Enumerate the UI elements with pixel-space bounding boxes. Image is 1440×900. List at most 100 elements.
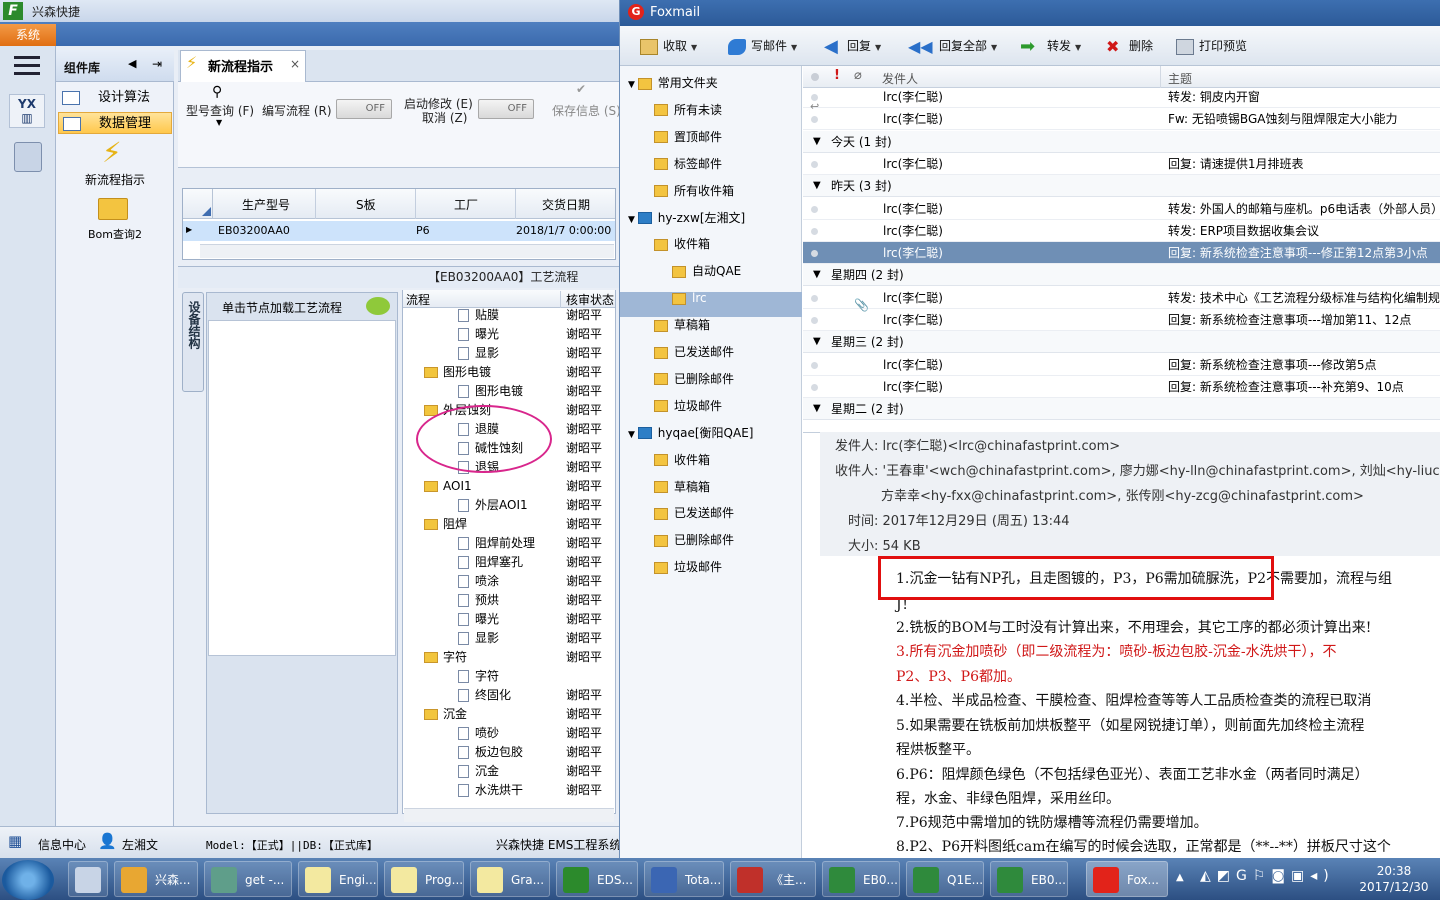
taskbar-app-button[interactable]: EB0... — [990, 861, 1068, 897]
hamburger-menu-icon[interactable] — [14, 56, 40, 76]
folder-item[interactable]: 所有未读 — [654, 97, 722, 123]
mail-row[interactable]: lrc(李仁聪) 回复: 新系统检查注意事项---增加第11、12点 — [803, 309, 1440, 331]
folder-item[interactable]: 已删除邮件 — [654, 366, 734, 392]
mail-row[interactable]: lrc(李仁聪) 转发: ERP项目数据收集会议 — [803, 220, 1440, 242]
tree-folder-node[interactable]: 字符 — [424, 648, 467, 667]
taskbar-app-button[interactable]: Prog... — [384, 861, 464, 897]
delete-button[interactable]: ✖ 删除 — [1106, 36, 1153, 56]
read-status-icon[interactable] — [811, 73, 819, 81]
grid-col-date[interactable]: 交货日期 — [542, 196, 590, 213]
tree-leaf-node[interactable]: 曝光 — [458, 610, 499, 629]
bom-query-label[interactable]: Bom查询2 — [72, 226, 158, 242]
tree-folder-node[interactable]: 沉金 — [424, 705, 467, 724]
mail-group-header[interactable]: ▼ 星期三 (2 封) — [803, 331, 1440, 354]
mail-group-header[interactable]: ▼ 昨天 (3 封) — [803, 175, 1440, 198]
clock[interactable]: 20:38 2017/12/30 — [1354, 863, 1434, 895]
model-query-button[interactable]: 型号查询 (F) — [186, 102, 254, 119]
mail-row[interactable]: lrc(李仁聪) 转发: 铜皮内开窗 — [803, 86, 1440, 108]
tree-horizontal-scrollbar[interactable] — [404, 808, 614, 822]
taskbar-app-button[interactable]: get -... — [204, 861, 292, 897]
yx-module-icon[interactable]: YX ▥ — [9, 94, 45, 128]
tree-folder-node[interactable]: 阻焊 — [424, 515, 467, 534]
unread-dot-icon[interactable] — [811, 205, 818, 213]
expand-triangle-icon[interactable]: ▼ — [628, 430, 638, 440]
taskbar-app-button[interactable]: Fox... — [1086, 861, 1168, 897]
taskbar-app-button[interactable]: Gra... — [470, 861, 550, 897]
tree-leaf-node[interactable]: 喷涂 — [458, 572, 499, 591]
taskbar-app-button[interactable]: 《主... — [730, 861, 816, 897]
priority-flag-icon[interactable]: ! — [834, 68, 840, 83]
unread-dot-icon[interactable] — [811, 250, 818, 258]
taskbar-app-button[interactable]: EB0... — [822, 861, 900, 897]
expand-triangle-icon[interactable]: ▼ — [813, 175, 821, 197]
taskbar-app-button[interactable]: Q1E... — [906, 861, 984, 897]
menu-system[interactable]: 系统 — [0, 24, 56, 46]
folder-item[interactable]: lrc — [672, 285, 707, 311]
tree-leaf-node[interactable]: 板边包胶 — [458, 743, 523, 762]
info-center-label[interactable]: 信息中心 — [38, 836, 86, 853]
collapse-arrow-icon[interactable]: ◀ — [128, 57, 136, 70]
mail-row[interactable]: lrc(李仁聪) Fw: 无铅喷锡BGA蚀刻与阻焊限定大小能力 — [803, 108, 1440, 131]
tree-leaf-node[interactable]: 图形电镀 — [458, 382, 523, 401]
tray-icons[interactable]: ◭◩G⚐◙▣◂) — [1200, 868, 1350, 884]
tree-leaf-node[interactable]: 外层AOI1 — [458, 496, 528, 515]
compose-button[interactable]: 写邮件 ▼ — [728, 36, 797, 56]
tree-leaf-node[interactable]: 预烘 — [458, 591, 499, 610]
unread-dot-icon[interactable] — [811, 294, 818, 302]
mail-row[interactable]: lrc(李仁聪) 转发: 外国人的邮箱与座机。p6电话表（外部人员） — [803, 198, 1440, 220]
tree-leaf-node[interactable]: 水洗烘干 — [458, 781, 523, 800]
pin-icon[interactable]: ⇥ — [152, 57, 162, 71]
comp-item-data-management[interactable]: 数据管理 — [58, 112, 172, 134]
mail-row[interactable]: lrc(李仁聪) 转发: 技术中心《工艺流程分级标准与结构化编制规 — [803, 287, 1440, 309]
expand-triangle-icon[interactable]: ▼ — [628, 215, 638, 225]
taskbar-app-button[interactable]: Tota... — [644, 861, 724, 897]
chevron-down-icon[interactable]: ▼ — [216, 118, 222, 127]
unread-dot-icon[interactable] — [811, 160, 818, 168]
tray-expand-icon[interactable]: ▲ — [1176, 872, 1184, 883]
expand-triangle-icon[interactable]: ▼ — [813, 331, 821, 353]
write-flow-toggle[interactable]: OFF — [336, 99, 392, 119]
side-tab-equipment[interactable]: 设备结构 — [182, 292, 204, 392]
folder-group[interactable]: ▼ 常用文件夹 — [628, 70, 718, 96]
mail-row[interactable]: lrc(李仁聪) 回复: 请速提供1月排班表 — [803, 153, 1440, 175]
col-from[interactable]: 发件人 — [882, 70, 918, 87]
folder-icon[interactable] — [98, 198, 128, 220]
tree-leaf-node[interactable]: 喷砂 — [458, 724, 499, 743]
print-preview-button[interactable]: 打印预览 — [1176, 36, 1247, 56]
folder-item[interactable]: 已发送邮件 — [654, 339, 734, 365]
folder-item[interactable]: 所有收件箱 — [654, 178, 734, 204]
tree-leaf-node[interactable]: 字符 — [458, 667, 499, 686]
grid-col-model[interactable]: 生产型号 — [242, 196, 290, 213]
chevron-down-icon[interactable]: ▼ — [691, 43, 697, 52]
comp-item-design-algorithm[interactable]: 设计算法 — [58, 87, 172, 109]
tree-folder-node[interactable]: AOI1 — [424, 477, 472, 496]
unread-dot-icon[interactable] — [811, 383, 818, 391]
save-button[interactable]: 保存信息 (S) — [552, 102, 621, 119]
expand-triangle-icon[interactable]: ▼ — [813, 131, 821, 153]
paperclip-icon[interactable]: ⌀ — [854, 68, 862, 83]
unread-dot-icon[interactable] — [811, 361, 818, 369]
folder-item[interactable]: 垃圾邮件 — [654, 393, 722, 419]
tree-leaf-node[interactable]: 阻焊塞孔 — [458, 553, 523, 572]
folder-item[interactable]: 草稿箱 — [654, 474, 710, 500]
chevron-down-icon[interactable]: ▼ — [991, 43, 997, 52]
taskbar-app-button[interactable]: EDS... — [556, 861, 638, 897]
grid-apps-icon[interactable]: ▦ — [8, 832, 22, 850]
calculator-taskbar-button[interactable] — [68, 861, 108, 897]
reply-button[interactable]: ◀ 回复 ▼ — [824, 36, 881, 56]
tree-leaf-node[interactable]: 沉金 — [458, 762, 499, 781]
mail-row[interactable]: lrc(李仁聪) 回复: 新系统检查注意事项---补充第9、10点 — [803, 376, 1440, 398]
mail-row[interactable]: lrc(李仁聪) 回复: 新系统检查注意事项---修正第12点第3小点 — [803, 242, 1440, 265]
close-icon[interactable]: × — [290, 57, 300, 71]
expand-triangle-icon[interactable]: ▼ — [813, 264, 821, 286]
horizontal-scrollbar[interactable] — [200, 244, 614, 258]
tree-leaf-node[interactable]: 终固化 — [458, 686, 511, 705]
reply-all-button[interactable]: ◀◀ 回复全部 ▼ — [908, 36, 997, 56]
lightning-icon[interactable]: ⚡ — [102, 138, 124, 170]
node-list-box[interactable] — [208, 320, 396, 656]
chevron-down-icon[interactable]: ▼ — [875, 43, 881, 52]
tree-leaf-node[interactable]: 显影 — [458, 629, 499, 648]
tree-folder-node[interactable]: 图形电镀 — [424, 363, 491, 382]
tree-leaf-node[interactable]: 曝光 — [458, 325, 499, 344]
tree-leaf-node[interactable]: 贴膜 — [458, 306, 499, 325]
